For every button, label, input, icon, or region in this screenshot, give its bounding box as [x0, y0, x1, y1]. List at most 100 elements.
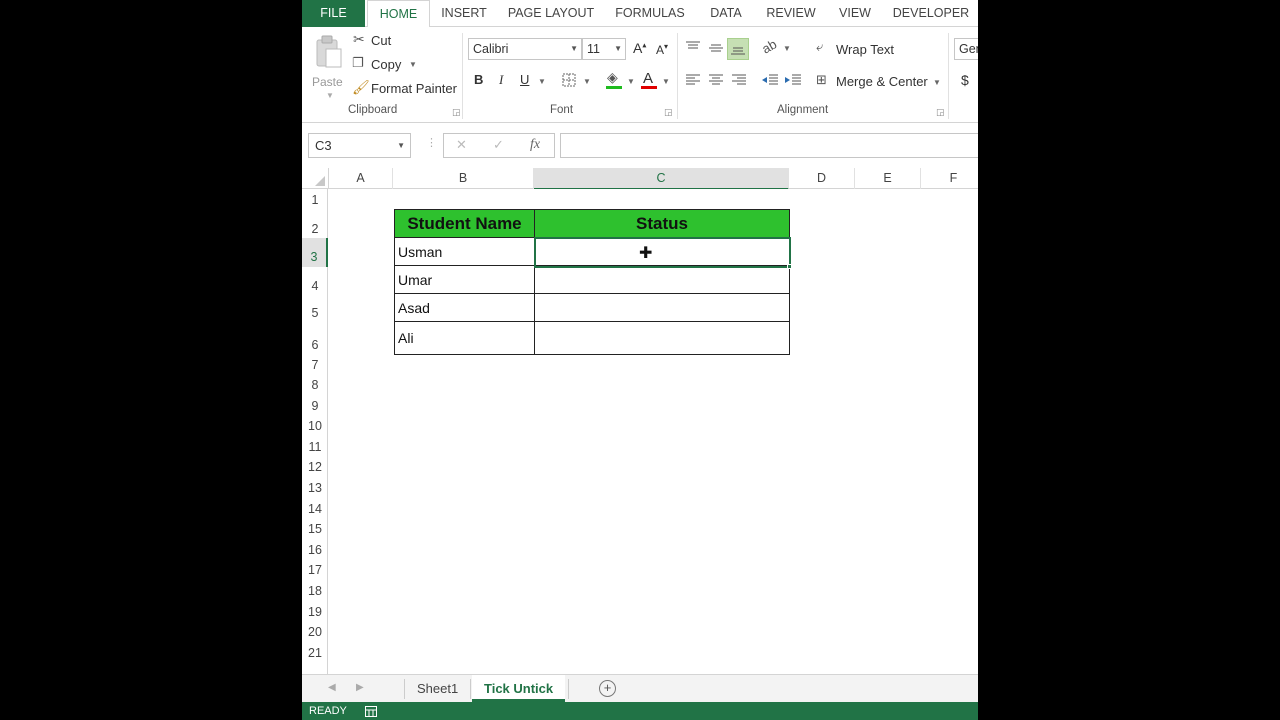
row-header[interactable]: 4 [302, 267, 328, 294]
student-name-cell[interactable]: Umar [395, 266, 535, 293]
row-header[interactable]: 21 [302, 643, 328, 664]
worksheet-grid[interactable]: Student Name Status Usman Umar Asad Ali … [329, 189, 978, 674]
row-header[interactable]: 20 [302, 622, 328, 643]
dialog-launcher-icon[interactable]: ◲ [452, 107, 461, 118]
row-header[interactable]: 5 [302, 294, 328, 322]
number-format-select[interactable]: Gen [954, 38, 978, 60]
borders-icon[interactable] [562, 73, 576, 87]
format-painter-button[interactable]: Format Painter [371, 81, 457, 96]
status-cell[interactable] [535, 294, 790, 321]
merge-center-button[interactable]: Merge & Center [836, 74, 928, 89]
align-right-icon[interactable] [732, 74, 746, 86]
underline-button[interactable]: U [520, 72, 529, 87]
chevron-down-icon[interactable]: ▼ [783, 44, 791, 53]
align-left-icon[interactable] [686, 74, 700, 86]
header-cell-status[interactable]: Status [535, 210, 790, 237]
tab-developer[interactable]: DEVELOPER [892, 0, 970, 27]
chevron-down-icon[interactable]: ▼ [583, 77, 591, 86]
name-box[interactable]: C3 ▼ [308, 133, 411, 158]
header-cell-student-name[interactable]: Student Name [395, 210, 535, 237]
add-sheet-button[interactable]: + [599, 680, 616, 697]
row-header[interactable]: 1 [302, 189, 328, 209]
top-align-icon[interactable] [686, 41, 700, 53]
column-header-f[interactable]: F [921, 168, 978, 189]
wrap-text-icon[interactable]: ⤶ [816, 39, 823, 55]
font-size-select[interactable]: 11 ▼ [582, 38, 626, 60]
scroll-left-icon[interactable]: ◀ [328, 682, 336, 693]
active-cell-selection[interactable] [534, 237, 791, 268]
font-color-button[interactable]: A [643, 70, 653, 87]
row-header-selected[interactable]: 3 [302, 238, 328, 267]
confirm-entry-icon[interactable]: ✓ [493, 137, 504, 153]
column-header-e[interactable]: E [855, 168, 921, 189]
tab-formulas[interactable]: FORMULAS [614, 0, 686, 27]
row-header[interactable]: 7 [302, 355, 328, 375]
increase-font-size-button[interactable]: A▴ [633, 40, 646, 56]
chevron-down-icon[interactable]: ▼ [627, 77, 635, 86]
row-header[interactable]: 11 [302, 437, 328, 458]
align-center-icon[interactable] [709, 74, 723, 86]
row-header[interactable]: 19 [302, 602, 328, 623]
select-all-corner[interactable] [302, 168, 329, 189]
middle-align-icon[interactable] [709, 43, 723, 55]
tab-file[interactable]: FILE [302, 0, 365, 27]
bold-button[interactable]: B [474, 72, 483, 87]
currency-button[interactable]: $ [961, 72, 969, 88]
copy-button[interactable]: Copy [371, 57, 401, 72]
copy-icon[interactable]: ❐ [352, 55, 364, 71]
column-header-a[interactable]: A [329, 168, 393, 189]
row-header[interactable]: 13 [302, 478, 328, 499]
row-header[interactable]: 12 [302, 457, 328, 478]
row-header[interactable]: 6 [302, 322, 328, 355]
row-header[interactable]: 16 [302, 540, 328, 561]
merge-center-icon[interactable]: ⊞ [816, 72, 827, 88]
row-header[interactable]: 9 [302, 396, 328, 417]
row-header[interactable]: 8 [302, 375, 328, 396]
cancel-entry-icon[interactable]: ✕ [456, 137, 467, 153]
tab-home[interactable]: HOME [367, 0, 430, 28]
row-header[interactable]: 14 [302, 499, 328, 520]
student-name-cell[interactable]: Asad [395, 294, 535, 321]
status-cell[interactable] [535, 266, 790, 293]
tab-review[interactable]: REVIEW [764, 0, 818, 27]
chevron-down-icon[interactable]: ▼ [933, 78, 941, 87]
student-name-cell[interactable]: Usman [395, 238, 535, 265]
scissors-icon[interactable]: ✂ [353, 31, 365, 48]
bottom-align-button[interactable] [727, 38, 749, 60]
decrease-font-size-button[interactable]: A▾ [656, 42, 668, 57]
scroll-right-icon[interactable]: ▶ [356, 682, 364, 693]
macro-recording-icon[interactable] [365, 706, 377, 717]
student-name-cell[interactable]: Ali [395, 322, 535, 354]
orientation-icon[interactable]: ab [759, 36, 779, 56]
row-header[interactable]: 18 [302, 581, 328, 602]
font-name-select[interactable]: Calibri ▼ [468, 38, 582, 60]
formula-input[interactable] [560, 133, 978, 158]
row-header[interactable]: 10 [302, 416, 328, 437]
tab-page-layout[interactable]: PAGE LAYOUT [506, 0, 596, 27]
column-header-d[interactable]: D [789, 168, 855, 189]
cut-button[interactable]: Cut [371, 33, 391, 48]
chevron-down-icon[interactable]: ▼ [662, 77, 670, 86]
tab-view[interactable]: VIEW [834, 0, 876, 27]
dialog-launcher-icon[interactable]: ◲ [664, 107, 673, 118]
chevron-down-icon[interactable]: ▼ [538, 77, 546, 86]
fill-handle[interactable] [787, 264, 792, 269]
row-header[interactable]: 15 [302, 519, 328, 540]
row-header[interactable]: 17 [302, 560, 328, 581]
insert-function-button[interactable]: fx [530, 137, 540, 153]
tab-data[interactable]: DATA [704, 0, 748, 27]
decrease-indent-icon[interactable] [762, 74, 778, 86]
format-painter-icon[interactable]: 🖌 [352, 79, 370, 96]
status-cell[interactable] [535, 322, 790, 354]
tab-insert[interactable]: INSERT [438, 0, 490, 27]
row-header[interactable]: 2 [302, 209, 328, 238]
italic-button[interactable]: I [499, 72, 503, 88]
sheet-tab-tick-untick[interactable]: Tick Untick [472, 675, 566, 702]
increase-indent-icon[interactable] [785, 74, 801, 86]
column-header-c[interactable]: C [534, 168, 789, 190]
sheet-tab-sheet1[interactable]: Sheet1 [405, 675, 470, 702]
column-header-b[interactable]: B [393, 168, 534, 189]
chevron-down-icon[interactable]: ▼ [409, 60, 417, 69]
fill-color-icon[interactable]: ◈ [607, 69, 618, 86]
wrap-text-button[interactable]: Wrap Text [836, 42, 894, 57]
